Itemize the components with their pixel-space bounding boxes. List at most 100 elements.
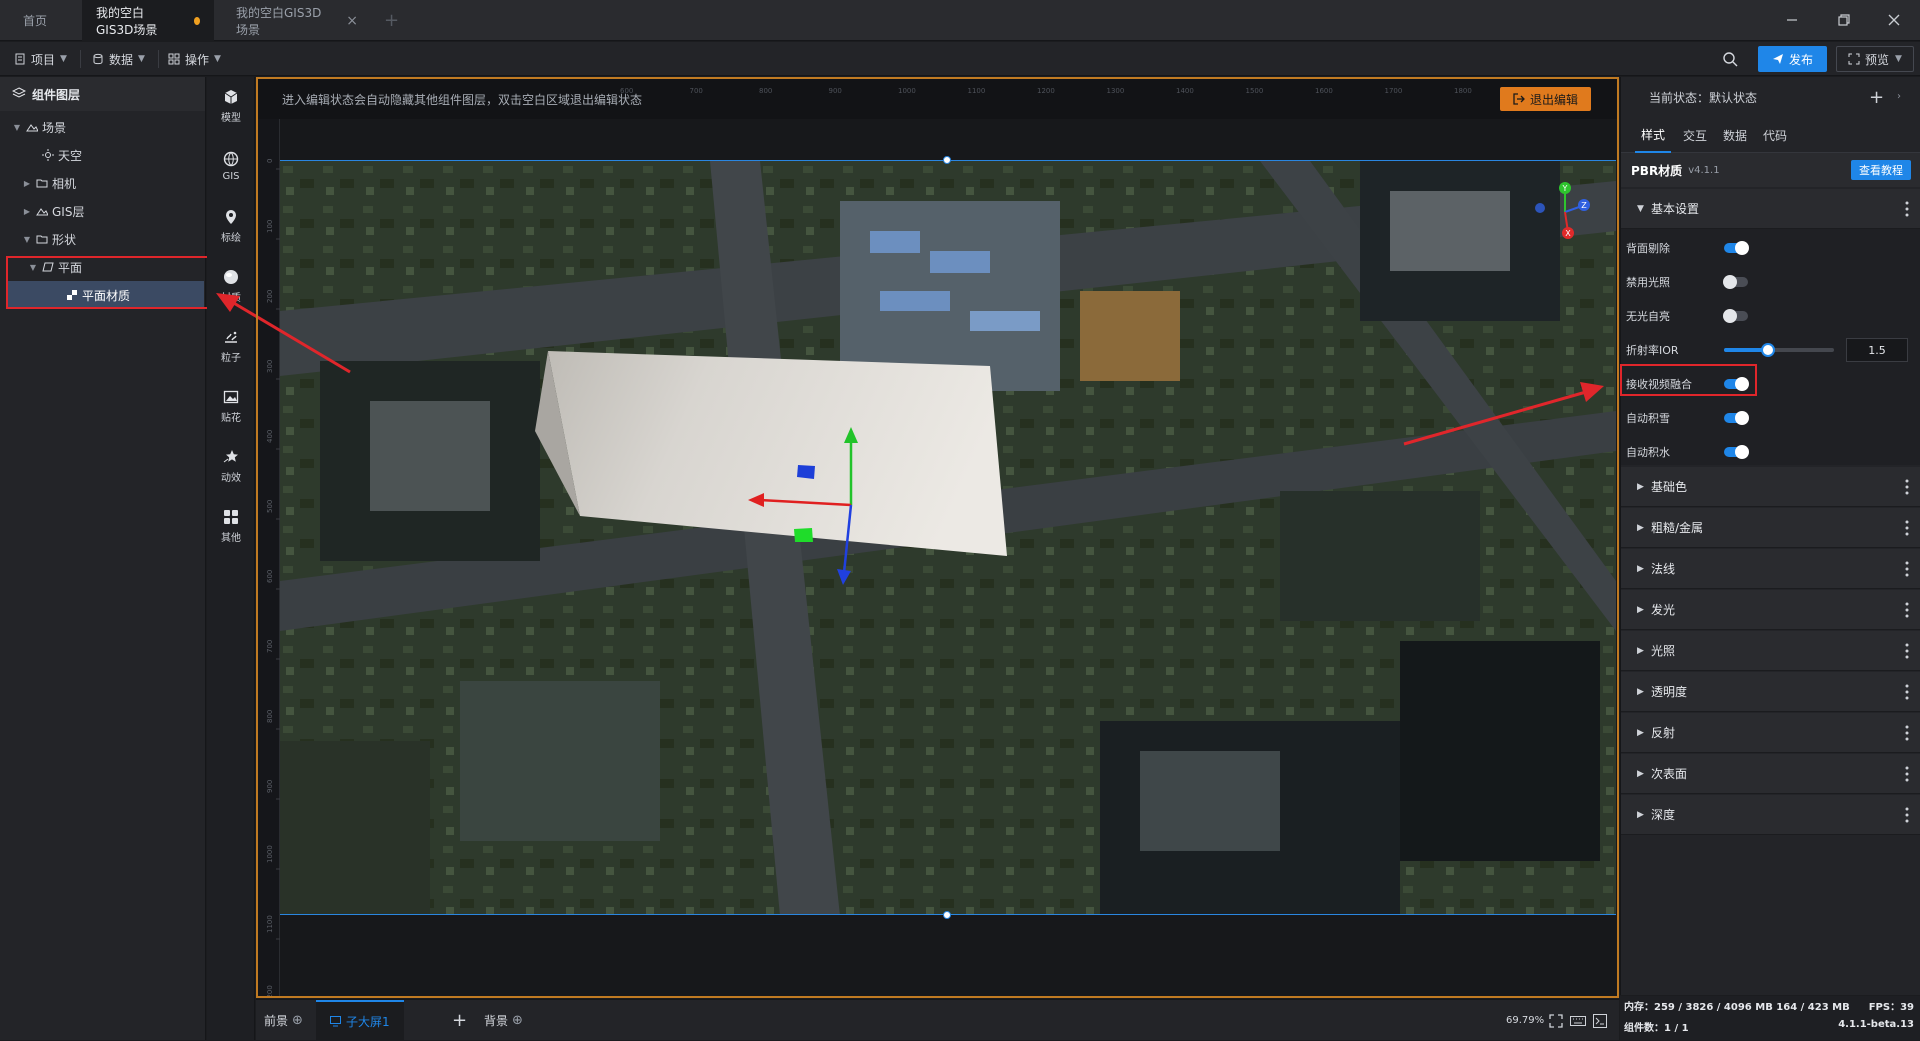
foreground-layer[interactable]: 前景 ⊕ (264, 1000, 303, 1041)
section-item[interactable]: ▶ 次表面 (1621, 754, 1920, 794)
caret-down-icon[interactable]: ▼ (12, 123, 22, 132)
keyboard-icon[interactable] (1570, 1014, 1586, 1028)
more-icon[interactable] (1905, 561, 1909, 577)
more-icon[interactable] (1905, 520, 1909, 536)
sun-icon (42, 149, 54, 161)
menu-operate[interactable]: 操作 ▼ (168, 42, 221, 76)
layer-sky[interactable]: 天空 (0, 141, 206, 169)
publish-button[interactable]: 发布 (1758, 46, 1827, 72)
menu-project[interactable]: 项目 ▼ (14, 42, 67, 76)
section-item[interactable]: ▶ 光照 (1621, 631, 1920, 671)
layers-title: 组件图层 (32, 87, 81, 102)
search-icon[interactable] (1722, 51, 1738, 67)
folder-icon (36, 235, 48, 244)
close-icon[interactable]: × (346, 13, 358, 29)
caret-right-icon: ▶ (1637, 768, 1644, 779)
tab-scene-active[interactable]: 我的空白GIS3D场景 (82, 0, 214, 41)
menu-data[interactable]: 数据 ▼ (92, 42, 145, 76)
fit-screen-icon[interactable] (1549, 1014, 1563, 1028)
caret-right-icon: ▶ (1637, 809, 1644, 820)
preview-button[interactable]: 预览 ▼ (1836, 46, 1914, 72)
menu-label: 项目 (31, 52, 56, 67)
layer-scene[interactable]: ▼ 场景 (0, 113, 206, 141)
toggle-disable-lighting[interactable] (1723, 275, 1748, 289)
tutorial-label: 查看教程 (1859, 164, 1903, 177)
section-item[interactable]: ▶ 反射 (1621, 713, 1920, 753)
add-circle-icon[interactable]: ⊕ (292, 1013, 303, 1028)
component-effect[interactable]: 动效 (207, 437, 255, 495)
chevron-down-icon[interactable]: ▼ (1895, 54, 1902, 64)
section-item[interactable]: ▶ 发光 (1621, 590, 1920, 630)
screen-bar: 前景 ⊕ 子大屏1 + 背景 ⊕ 69.79% (256, 999, 1619, 1041)
section-item[interactable]: ▶ 深度 (1621, 795, 1920, 835)
layer-gis[interactable]: ▶ GIS层 (0, 197, 206, 225)
background-layer[interactable]: 背景 ⊕ (484, 1000, 523, 1041)
toggle-auto-snow[interactable] (1724, 411, 1749, 425)
restore-icon[interactable] (1836, 12, 1852, 28)
more-icon[interactable] (1905, 725, 1909, 741)
add-screen-icon[interactable]: + (452, 1000, 467, 1041)
view-tutorial-button[interactable]: 查看教程 (1851, 160, 1911, 180)
caret-right-icon[interactable]: ▶ (22, 207, 32, 216)
tab-data[interactable]: 数据 (1717, 117, 1753, 153)
properties-panel: 当前状态：默认状态 + › 样式 交互 数据 代码 PBR材质 v4.1.1 查… (1620, 77, 1920, 995)
section-item[interactable]: ▶ 粗糙/金属 (1621, 508, 1920, 548)
tab-style[interactable]: 样式 (1635, 117, 1672, 153)
ior-input[interactable] (1846, 338, 1908, 362)
component-other[interactable]: 其他 (207, 497, 255, 555)
toggle-unlit[interactable] (1723, 309, 1748, 323)
component-gis[interactable]: GIS (207, 137, 255, 195)
layers-panel: 组件图层 ▼ 场景 天空 ▶ 相机 ▶ GIS层 ▼ 形状 ▼ 平面 平面材质 (0, 77, 206, 1040)
zoom-level[interactable]: 69.79% (1506, 1000, 1544, 1041)
publish-label: 发布 (1788, 52, 1813, 67)
section-item[interactable]: ▶ 法线 (1621, 549, 1920, 589)
more-icon[interactable] (1905, 201, 1909, 217)
highlight-box (6, 256, 209, 309)
slider-thumb[interactable] (1761, 343, 1775, 357)
sub-screen-tab[interactable]: 子大屏1 (316, 1000, 404, 1041)
pbr-header: PBR材质 v4.1.1 查看教程 (1621, 153, 1920, 187)
layer-camera[interactable]: ▶ 相机 (0, 169, 206, 197)
caret-right-icon[interactable]: ▶ (22, 179, 32, 188)
main-toolbar: 项目 ▼ 数据 ▼ 操作 ▼ (0, 42, 1920, 76)
ior-slider[interactable] (1724, 343, 1834, 357)
add-circle-icon[interactable]: ⊕ (512, 1013, 523, 1028)
add-state-icon[interactable]: + (1869, 87, 1884, 108)
chevron-right-icon[interactable]: › (1897, 91, 1901, 102)
toggle-auto-water[interactable] (1724, 445, 1749, 459)
grid-icon (168, 53, 180, 65)
minimize-icon[interactable] (1784, 12, 1800, 28)
tab-interaction[interactable]: 交互 (1677, 117, 1713, 153)
tab-label: 代码 (1763, 128, 1788, 143)
section-basic-settings[interactable]: ▼ 基本设置 (1621, 189, 1920, 229)
divider (80, 50, 81, 68)
component-plot[interactable]: 标绘 (207, 197, 255, 255)
section-title: 基础色 (1651, 480, 1688, 494)
close-window-icon[interactable] (1886, 12, 1902, 28)
more-icon[interactable] (1905, 602, 1909, 618)
caret-down-icon[interactable]: ▼ (22, 235, 32, 244)
more-icon[interactable] (1905, 479, 1909, 495)
component-decal[interactable]: 贴花 (207, 377, 255, 435)
toggle-backface-culling[interactable] (1724, 241, 1749, 255)
chevron-down-icon: ▼ (138, 54, 145, 64)
more-icon[interactable] (1905, 766, 1909, 782)
pin-icon (226, 209, 236, 224)
terminal-icon[interactable] (1593, 1014, 1607, 1028)
more-icon[interactable] (1905, 807, 1909, 823)
toggle-knob (1735, 241, 1749, 255)
background-label: 背景 (484, 1014, 509, 1028)
tab-code[interactable]: 代码 (1757, 117, 1793, 153)
foreground-label: 前景 (264, 1014, 289, 1028)
more-icon[interactable] (1905, 643, 1909, 659)
section-item[interactable]: ▶ 基础色 (1621, 467, 1920, 507)
tab-scene[interactable]: 我的空白GIS3D场景 × (222, 0, 372, 41)
fps-status: FPS：39 (1868, 1002, 1914, 1013)
more-icon[interactable] (1905, 684, 1909, 700)
section-item[interactable]: ▶ 透明度 (1621, 672, 1920, 712)
tab-home[interactable]: 首页 (0, 0, 70, 41)
component-label: 其他 (221, 532, 241, 544)
layer-shape[interactable]: ▼ 形状 (0, 225, 206, 253)
add-tab-icon[interactable]: + (384, 10, 399, 31)
component-model[interactable]: 模型 (207, 77, 255, 135)
